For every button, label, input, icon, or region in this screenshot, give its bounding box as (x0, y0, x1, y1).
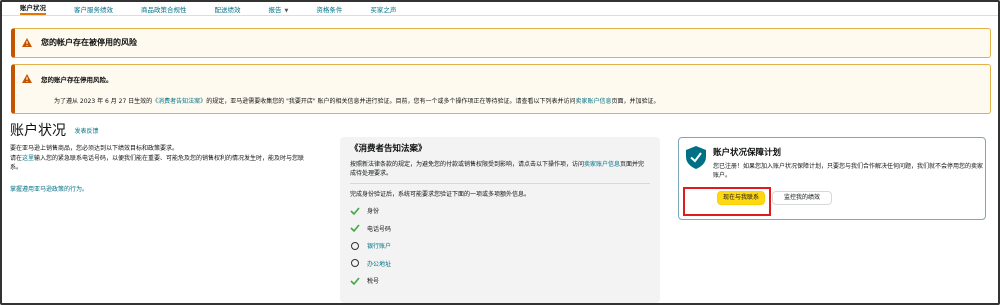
requirement-label: 身份 (367, 208, 380, 216)
emergency-suffix: 输入您的紧急联系电话号码，以便我们能在重要、可能危及您的销售权利的情况发生时，能… (10, 155, 305, 171)
deactivation-alert: 您的账户存在停用风险。 为了遵从 2023 年 6 月 27 日生效的《消费者告… (11, 64, 991, 114)
requirement-phone: 电话号码 (350, 220, 650, 238)
consumer-act-desc-1: 按照新法律条款的规定，为避免您的付款或销售权限受到影响，请点击以下操作项，访问 (350, 161, 585, 168)
shield-check-icon (686, 146, 706, 169)
assurance-description: 您已注册！如果您加入账户状况保障计划，只要您与我们合作解决任何问题，我们就不会停… (713, 163, 984, 179)
emergency-contact-text: 请在这里输入您的紧急联系电话号码，以便我们能在重要、可能危及您的销售权利的情况发… (10, 154, 310, 172)
seller-account-info-link[interactable]: 卖家账户信息 (576, 98, 612, 105)
tab-reports[interactable]: 报告 ▼ (269, 4, 289, 14)
requirement-list: 身份 电话号码 银行账户 办公地址 税号 (350, 202, 650, 290)
requirements-text: 要在亚马逊上销售商品，您必须达到以下绩效目标和政策要求。 (10, 145, 179, 152)
monitor-performance-button[interactable]: 监控我的绩效 (772, 191, 832, 205)
pending-circle-icon (351, 241, 359, 250)
policy-compliance-link[interactable]: 掌握遵用亚马逊政策的行为。 (10, 184, 320, 193)
warning-icon (22, 74, 32, 83)
deactivation-text-3: 页面，并加验证。 (611, 98, 660, 105)
chevron-down-icon: ▼ (284, 7, 289, 14)
tab-shipping[interactable]: 配送绩效 (215, 4, 241, 14)
requirement-office-address[interactable]: 办公地址 (350, 255, 650, 273)
tab-voice-of-customer[interactable]: 买家之声 (370, 4, 396, 14)
deactivation-body: 为了遵从 2023 年 6 月 27 日生效的《消费者告知法案》的规定，亚马逊需… (54, 96, 660, 105)
tab-account-health[interactable]: 账户状况 (20, 2, 46, 15)
tab-eligibility[interactable]: 资格条件 (316, 4, 342, 14)
feedback-link[interactable]: 发表反馈 (75, 126, 99, 135)
suspension-risk-text: 您的帐户存在被停用的风险 (41, 38, 137, 47)
checkmark-icon (350, 277, 360, 285)
deactivation-text-2: 的规定，亚马逊需要收集您的 "我要开店" 账户的相关信息并进行验证。目前，您有一… (206, 98, 576, 105)
requirement-bank-account[interactable]: 银行账户 (350, 237, 650, 255)
emergency-prefix: 请在 (10, 155, 23, 162)
consumer-act-description: 按照新法律条款的规定，为避免您的付款或销售权限受到影响，请点击以下操作项，访问卖… (350, 160, 650, 178)
requirement-identity: 身份 (350, 202, 650, 220)
office-address-link[interactable]: 办公地址 (367, 259, 391, 268)
requirement-label: 电话号码 (367, 225, 392, 233)
consumer-act-title: 《消费者告知法案》 (350, 144, 427, 154)
verification-intro: 完成身份验证后，系统可能要求您验证下面的一项或多项额外信息。 (350, 191, 531, 198)
requirement-label: 税号 (367, 278, 380, 286)
bank-account-link[interactable]: 银行账户 (367, 241, 391, 250)
tab-customer-service[interactable]: 客户服务绩效 (74, 4, 113, 14)
emergency-contact-link[interactable]: 这里 (22, 155, 34, 162)
top-navigation: 账户状况 客户服务绩效 商品政策合规性 配送绩效 报告 ▼ 资格条件 买家之声 (2, 2, 998, 16)
requirement-tax-id: 税号 (350, 272, 650, 290)
account-health-intro: 账户状况 发表反馈 要在亚马逊上销售商品，您必须达到以下绩效目标和政策要求。 请… (10, 120, 320, 193)
deactivation-text-1: 为了遵从 2023 年 6 月 27 日生效的 (54, 98, 153, 105)
deactivation-title: 您的账户存在停用风险。 (41, 76, 113, 84)
divider (350, 183, 650, 184)
page-title: 账户状况 (10, 123, 66, 139)
checkmark-icon (350, 224, 360, 233)
highlight-box (683, 187, 771, 216)
checkmark-icon (350, 207, 360, 215)
seller-info-link[interactable]: 卖家账户信息 (584, 161, 620, 168)
assurance-title: 账户状况保障计划 (713, 148, 782, 158)
consumer-act-link[interactable]: 《消费者告知法案》 (152, 98, 206, 105)
consumer-act-card: 《消费者告知法案》 按照新法律条款的规定，为避免您的付款或销售权限受到影响，请点… (340, 137, 660, 303)
tab-reports-label: 报告 (268, 5, 282, 14)
tab-product-policy[interactable]: 商品政策合规性 (141, 4, 187, 14)
pending-circle-icon (351, 259, 359, 268)
warning-icon (22, 38, 32, 47)
suspension-risk-alert: 您的帐户存在被停用的风险 (11, 28, 991, 58)
